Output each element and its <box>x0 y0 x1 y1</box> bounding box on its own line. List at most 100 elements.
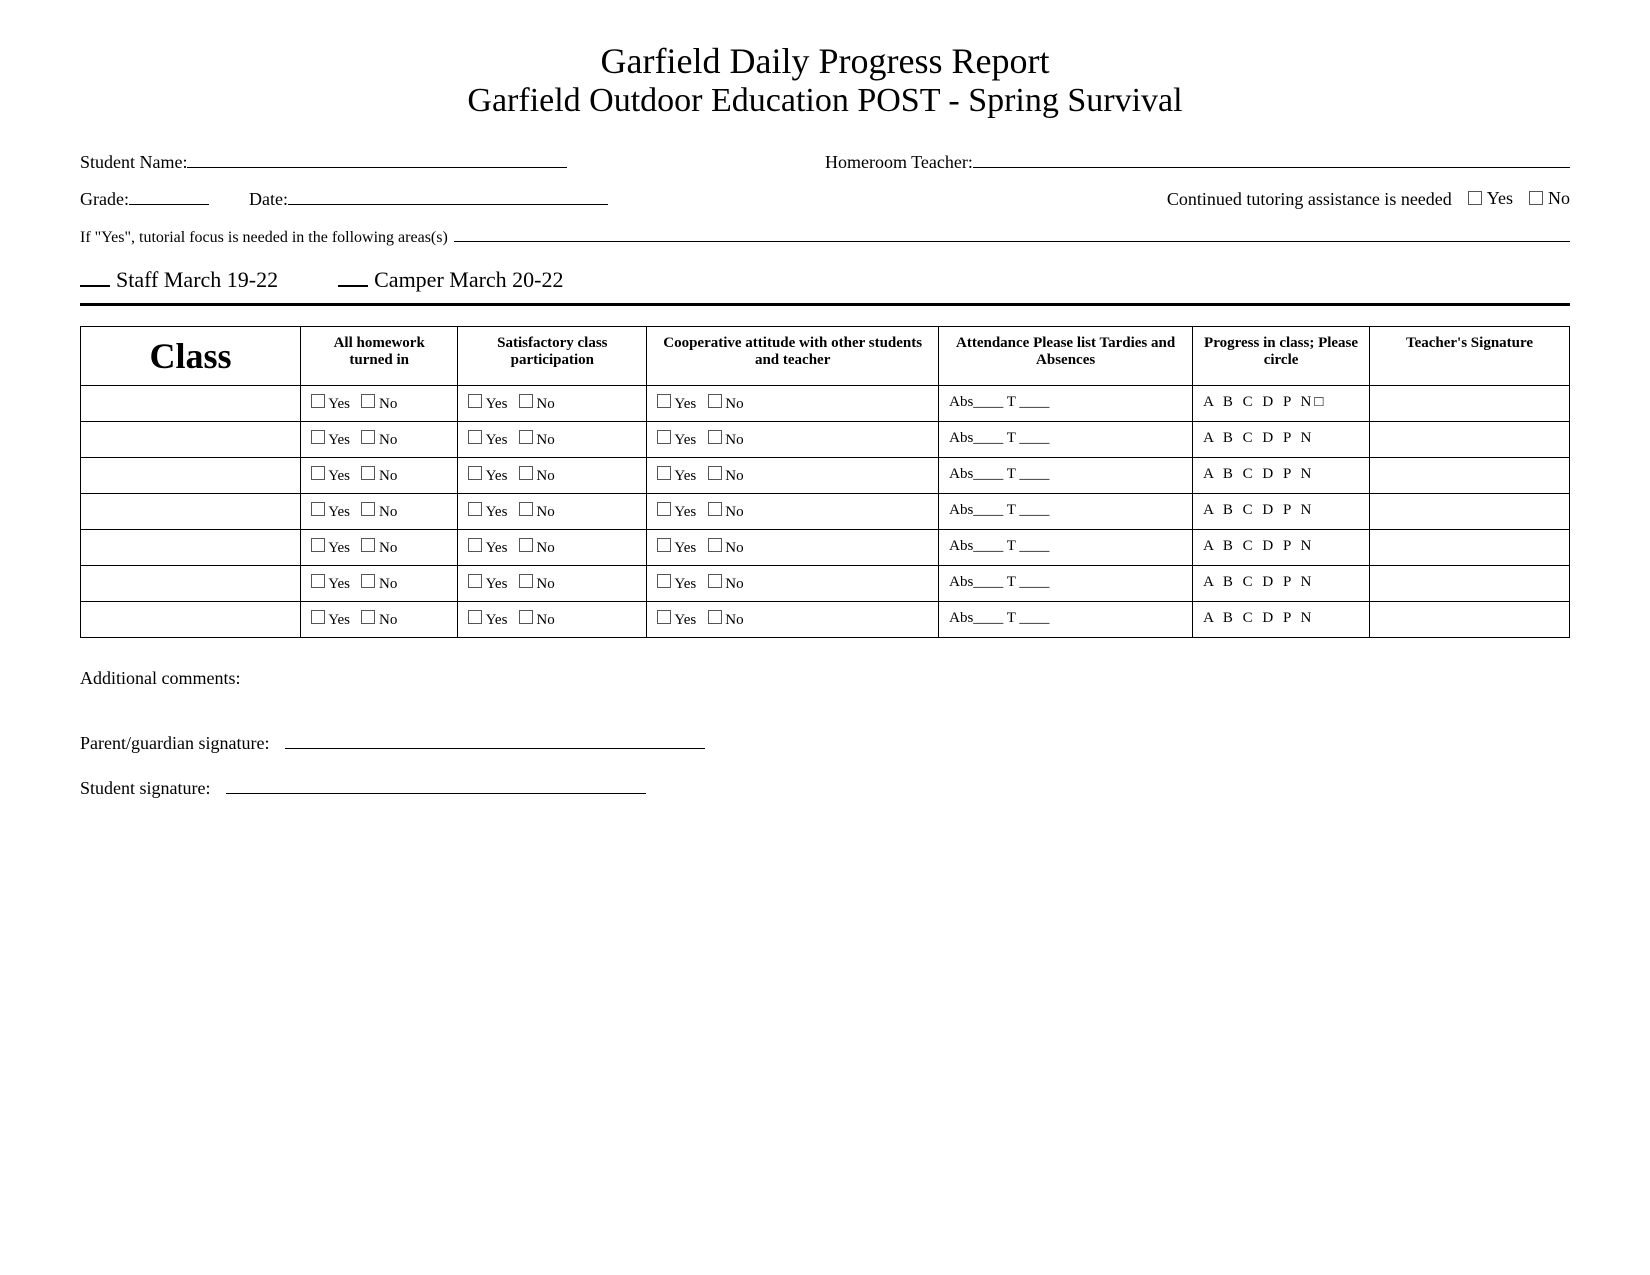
divider <box>80 303 1570 306</box>
coop-no-1[interactable] <box>708 394 722 408</box>
hw-cell-4: Yes No <box>301 494 458 530</box>
part-no-6[interactable] <box>519 574 533 588</box>
att-cell-3: Abs____ T ____ <box>939 458 1193 494</box>
sig-cell-5[interactable] <box>1370 530 1570 566</box>
coop-no-7[interactable] <box>708 610 722 624</box>
col-header-2: Satisfactory class participation <box>458 327 647 386</box>
hw-no-7[interactable] <box>361 610 375 624</box>
coop-cell-5: Yes No <box>647 530 939 566</box>
hw-yes-1[interactable] <box>311 394 325 408</box>
part-cell-5: Yes No <box>458 530 647 566</box>
part-no-5[interactable] <box>519 538 533 552</box>
sig-cell-2[interactable] <box>1370 422 1570 458</box>
student-name-field[interactable] <box>187 150 567 168</box>
staff-item: Staff March 19-22 <box>80 267 278 293</box>
hw-cell-7: Yes No <box>301 602 458 638</box>
no-checkbox-group[interactable]: No <box>1529 188 1570 209</box>
col-header-4: Attendance Please list Tardies and Absen… <box>939 327 1193 386</box>
coop-yes-2[interactable] <box>657 430 671 444</box>
sig-cell-3[interactable] <box>1370 458 1570 494</box>
coop-no-4[interactable] <box>708 502 722 516</box>
grade-cell-1: A B C D P N□ <box>1193 386 1370 422</box>
coop-yes-5[interactable] <box>657 538 671 552</box>
part-cell-3: Yes No <box>458 458 647 494</box>
hw-yes-7[interactable] <box>311 610 325 624</box>
tutoring-group: Continued tutoring assistance is needed … <box>1167 188 1570 211</box>
coop-yes-4[interactable] <box>657 502 671 516</box>
coop-cell-2: Yes No <box>647 422 939 458</box>
part-no-4[interactable] <box>519 502 533 516</box>
class-name-cell[interactable] <box>81 494 301 530</box>
tutorial-focus-field2[interactable] <box>1410 224 1570 242</box>
parent-sig-field[interactable] <box>285 729 705 749</box>
hw-no-5[interactable] <box>361 538 375 552</box>
hw-no-6[interactable] <box>361 574 375 588</box>
class-name-cell[interactable] <box>81 602 301 638</box>
class-name-cell[interactable] <box>81 566 301 602</box>
yes-checkbox-group[interactable]: Yes <box>1468 188 1513 209</box>
part-yes-6[interactable] <box>468 574 482 588</box>
title-line2: Garfield Outdoor Education POST - Spring… <box>80 82 1570 120</box>
part-no-2[interactable] <box>519 430 533 444</box>
hw-cell-3: Yes No <box>301 458 458 494</box>
additional-comments-label: Additional comments: <box>80 668 240 688</box>
hw-yes-3[interactable] <box>311 466 325 480</box>
part-yes-4[interactable] <box>468 502 482 516</box>
sig-cell-1[interactable] <box>1370 386 1570 422</box>
sig-cell-4[interactable] <box>1370 494 1570 530</box>
student-sig-field[interactable] <box>226 774 646 794</box>
main-table: Class All homework turned in Satisfactor… <box>80 326 1570 638</box>
sig-cell-6[interactable] <box>1370 566 1570 602</box>
att-cell-1: Abs____ T ____ <box>939 386 1193 422</box>
part-no-1[interactable] <box>519 394 533 408</box>
part-cell-1: Yes No <box>458 386 647 422</box>
grade-cell-3: A B C D P N <box>1193 458 1370 494</box>
coop-yes-7[interactable] <box>657 610 671 624</box>
part-yes-1[interactable] <box>468 394 482 408</box>
class-name-cell[interactable] <box>81 530 301 566</box>
coop-no-3[interactable] <box>708 466 722 480</box>
hw-no-3[interactable] <box>361 466 375 480</box>
col-header-6: Teacher's Signature <box>1370 327 1570 386</box>
hw-cell-6: Yes No <box>301 566 458 602</box>
hw-yes-4[interactable] <box>311 502 325 516</box>
hw-yes-6[interactable] <box>311 574 325 588</box>
part-yes-5[interactable] <box>468 538 482 552</box>
camper-item: Camper March 20-22 <box>338 267 563 293</box>
coop-cell-6: Yes No <box>647 566 939 602</box>
homeroom-label: Homeroom Teacher: <box>825 152 973 173</box>
coop-no-6[interactable] <box>708 574 722 588</box>
hw-yes-2[interactable] <box>311 430 325 444</box>
grade-label: Grade: <box>80 189 129 210</box>
no-checkbox[interactable] <box>1529 191 1543 205</box>
part-no-7[interactable] <box>519 610 533 624</box>
student-homeroom-row: Student Name: Homeroom Teacher: <box>80 150 1570 173</box>
part-yes-3[interactable] <box>468 466 482 480</box>
staff-blank[interactable] <box>80 269 110 287</box>
part-yes-7[interactable] <box>468 610 482 624</box>
hw-yes-5[interactable] <box>311 538 325 552</box>
sig-cell-7[interactable] <box>1370 602 1570 638</box>
coop-yes-1[interactable] <box>657 394 671 408</box>
hw-no-1[interactable] <box>361 394 375 408</box>
class-name-cell[interactable] <box>81 422 301 458</box>
coop-yes-6[interactable] <box>657 574 671 588</box>
coop-no-2[interactable] <box>708 430 722 444</box>
part-no-3[interactable] <box>519 466 533 480</box>
tutorial-focus-field[interactable] <box>454 224 1410 242</box>
part-yes-2[interactable] <box>468 430 482 444</box>
hw-no-2[interactable] <box>361 430 375 444</box>
coop-no-5[interactable] <box>708 538 722 552</box>
yes-checkbox[interactable] <box>1468 191 1482 205</box>
no-label: No <box>1548 188 1570 209</box>
att-cell-6: Abs____ T ____ <box>939 566 1193 602</box>
class-name-cell[interactable] <box>81 458 301 494</box>
grade-field[interactable] <box>129 187 209 205</box>
att-cell-2: Abs____ T ____ <box>939 422 1193 458</box>
hw-no-4[interactable] <box>361 502 375 516</box>
camper-blank[interactable] <box>338 269 368 287</box>
coop-yes-3[interactable] <box>657 466 671 480</box>
date-field[interactable] <box>288 187 608 205</box>
class-name-cell[interactable] <box>81 386 301 422</box>
homeroom-field[interactable] <box>973 150 1570 168</box>
